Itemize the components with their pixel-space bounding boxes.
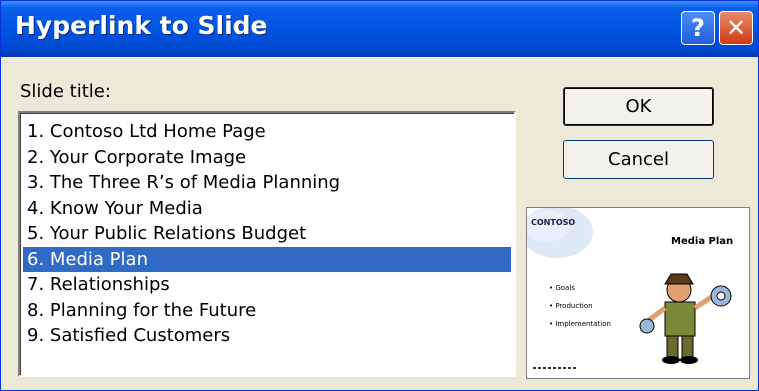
slide-bullet: • Implementation: [549, 320, 611, 328]
hyperlink-dialog: Hyperlink to Slide ? ✕ Slide title: 1. C…: [0, 0, 759, 391]
list-item[interactable]: 8. Planning for the Future: [23, 298, 511, 324]
question-icon: ?: [691, 14, 705, 42]
slide-preview-title: Media Plan: [671, 236, 734, 247]
list-item[interactable]: 2. Your Corporate Image: [23, 145, 511, 171]
slide-logo: CONTOSO: [531, 218, 576, 227]
title-bar[interactable]: Hyperlink to Slide ? ✕: [1, 1, 758, 57]
help-button[interactable]: ?: [681, 11, 715, 45]
list-item[interactable]: 5. Your Public Relations Budget: [23, 221, 511, 247]
slide-preview-graphic: [527, 208, 749, 378]
close-icon: ✕: [725, 14, 747, 42]
slide-title-label: Slide title:: [20, 81, 111, 102]
list-item[interactable]: 7. Relationships: [23, 272, 511, 298]
list-item[interactable]: 3. The Three R’s of Media Planning: [23, 170, 511, 196]
slide-title-listbox[interactable]: 1. Contoso Ltd Home Page 2. Your Corporat…: [18, 111, 516, 377]
slide-bullet: • Production: [549, 302, 593, 310]
list-item[interactable]: 4. Know Your Media: [23, 196, 511, 222]
slide-list: 1. Contoso Ltd Home Page 2. Your Corporat…: [23, 119, 511, 349]
list-item[interactable]: 9. Satisfied Customers: [23, 323, 511, 349]
ok-button[interactable]: OK: [563, 87, 714, 126]
close-button[interactable]: ✕: [719, 11, 753, 45]
list-item[interactable]: 6. Media Plan: [23, 246, 511, 272]
slide-bullet: • Goals: [549, 284, 575, 292]
cancel-button[interactable]: Cancel: [563, 140, 714, 179]
slide-preview: CONTOSO Media Plan • Goals • Production …: [526, 207, 750, 379]
dialog-title: Hyperlink to Slide: [15, 11, 268, 40]
list-item[interactable]: 1. Contoso Ltd Home Page: [23, 119, 511, 145]
